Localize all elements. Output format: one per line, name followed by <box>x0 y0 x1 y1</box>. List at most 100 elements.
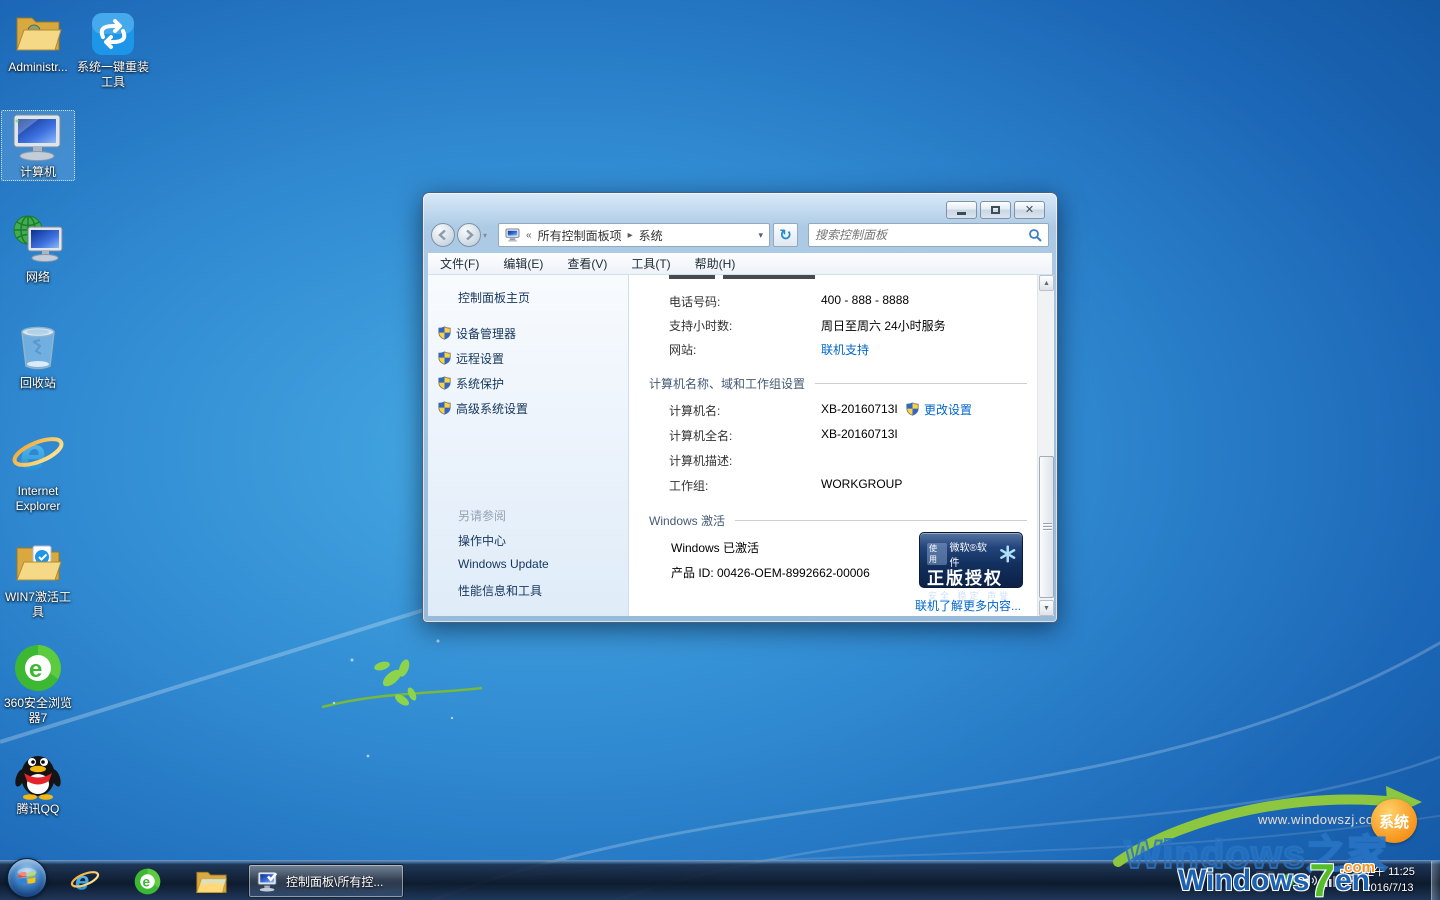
menu-bar: 文件(F) 编辑(E) 查看(V) 工具(T) 帮助(H) <box>428 253 1052 275</box>
back-button[interactable] <box>431 223 455 247</box>
task-button-label: 控制面板\所有控... <box>286 873 383 890</box>
360-browser-icon: e <box>133 867 162 896</box>
desktop-icon-360-browser[interactable]: e 360安全浏览器7 <box>1 642 75 726</box>
desktop-icon-recycle-bin[interactable]: 回收站 <box>1 322 75 391</box>
watermark-arrow-swoosh <box>1100 780 1440 870</box>
address-bar[interactable]: « 所有控制面板项 ▸ 系统 ▾ <box>498 223 770 247</box>
computer-name-label: 计算机名: <box>669 402 720 419</box>
system-control-panel-window: ✕ ▾ « 所有控制面板项 ▸ 系统 ▾ ↻ <box>422 192 1058 623</box>
tray-network-icon[interactable] <box>1324 873 1339 888</box>
recycle-bin-icon <box>1 322 75 374</box>
desktop-icon-reinstall-tool[interactable]: 系统一键重装工具 <box>76 6 150 90</box>
svg-text:e: e <box>20 428 46 480</box>
sidebar-remote-settings[interactable]: 远程设置 <box>438 350 504 367</box>
learn-more-online-link[interactable]: 联机了解更多内容... <box>915 597 1021 614</box>
network-icon <box>1 216 75 268</box>
computer-name-value: XB-20160713I <box>821 402 898 416</box>
scroll-up-button[interactable]: ▲ <box>1039 275 1054 291</box>
maximize-button[interactable] <box>980 201 1011 219</box>
activation-folder-icon <box>1 536 75 588</box>
address-dropdown-caret-icon[interactable]: ▾ <box>758 230 763 241</box>
uac-shield-icon <box>438 326 451 340</box>
desktop-icon-label: Internet Explorer <box>1 484 75 514</box>
watermark-system-badge: 系统 <box>1371 799 1417 843</box>
window-caption-buttons: ✕ <box>946 201 1045 219</box>
desktop-icon-network[interactable]: 网络 <box>1 216 75 285</box>
product-id: 产品 ID: 00426-OEM-8992662-00006 <box>671 564 870 581</box>
close-button[interactable]: ✕ <box>1014 201 1045 219</box>
desktop-icon-computer[interactable]: 计算机 <box>1 110 75 181</box>
tray-volume-icon[interactable] <box>1302 873 1317 888</box>
uac-shield-icon <box>438 376 451 390</box>
desktop-icon-administrator[interactable]: Administr... <box>1 6 75 75</box>
svg-text:e: e <box>29 656 42 683</box>
internet-explorer-icon: e <box>70 866 100 896</box>
sidebar: 控制面板主页 设备管理器 远程设置 系统保护 高级系统设置 另请参阅 操作中心 … <box>428 275 629 616</box>
breadcrumb-collapse-chevrons[interactable]: « <box>526 230 532 241</box>
full-computer-name-value: XB-20160713I <box>821 427 898 441</box>
change-settings-link[interactable]: 更改设置 <box>906 401 972 418</box>
scroll-down-button[interactable]: ▼ <box>1039 600 1054 616</box>
taskbar-task-control-panel[interactable]: 控制面板\所有控... <box>248 864 404 898</box>
navigation-bar: ▾ « 所有控制面板项 ▸ 系统 ▾ ↻ <box>431 222 1049 248</box>
sidebar-see-also-heading: 另请参阅 <box>458 507 506 524</box>
computer-name-section-heading: 计算机名称、域和工作组设置 <box>649 375 1027 392</box>
desktop-icon-label: 系统一键重装工具 <box>76 60 150 90</box>
sidebar-system-protection[interactable]: 系统保护 <box>438 375 504 392</box>
genuine-microsoft-badge[interactable]: 使用 微软®软件 正版授权 安全 稳定 声誉 <box>919 532 1023 588</box>
badge-brand-label: 微软®软件 <box>950 539 996 569</box>
desktop-icon-label: 网络 <box>1 270 75 285</box>
genuine-star-icon <box>999 545 1016 563</box>
forward-button[interactable] <box>457 223 481 247</box>
desktop-icon-label: WIN7激活工具 <box>1 590 75 620</box>
control-panel-icon <box>505 228 520 242</box>
menu-file[interactable]: 文件(F) <box>440 255 479 272</box>
full-computer-name-label: 计算机全名: <box>669 427 732 444</box>
sidebar-control-panel-home[interactable]: 控制面板主页 <box>458 289 530 306</box>
desktop-icon-tencent-qq[interactable]: 腾讯QQ <box>1 748 75 817</box>
show-desktop-button[interactable] <box>1431 861 1440 900</box>
menu-tools[interactable]: 工具(T) <box>631 255 670 272</box>
taskbar-360-browser[interactable]: e <box>130 865 164 897</box>
taskbar-internet-explorer[interactable]: e <box>68 865 102 897</box>
sidebar-action-center[interactable]: 操作中心 <box>458 532 506 549</box>
sidebar-performance-info[interactable]: 性能信息和工具 <box>458 582 542 599</box>
sidebar-device-manager[interactable]: 设备管理器 <box>438 325 516 342</box>
clipped-text-artifact <box>723 275 815 279</box>
taskbar-windows-explorer[interactable] <box>194 865 228 897</box>
breadcrumb-all-control-panel-items[interactable]: 所有控制面板项 <box>538 227 622 244</box>
user-folder-icon <box>1 6 75 58</box>
sidebar-advanced-system-settings[interactable]: 高级系统设置 <box>438 400 528 417</box>
online-support-link[interactable]: 联机支持 <box>821 341 869 358</box>
show-hidden-icons-button[interactable]: ▲ <box>1256 871 1274 887</box>
folder-icon <box>195 867 228 896</box>
recent-pages-caret-icon[interactable]: ▾ <box>483 231 487 240</box>
menu-view[interactable]: 查看(V) <box>567 255 607 272</box>
back-arrow-icon <box>437 229 449 241</box>
minimize-button[interactable] <box>946 201 977 219</box>
computer-description-label: 计算机描述: <box>669 452 732 469</box>
phone-row-label: 电话号码: <box>669 293 720 310</box>
start-button[interactable] <box>7 858 47 898</box>
svg-text:e: e <box>75 867 89 895</box>
support-hours-label: 支持小时数: <box>669 317 732 334</box>
desktop-icon-label: 计算机 <box>2 165 74 180</box>
breadcrumb-separator-icon: ▸ <box>628 230 633 241</box>
breadcrumb-system[interactable]: 系统 <box>639 227 663 244</box>
vertical-scrollbar[interactable]: ▲ ▼ <box>1037 275 1054 616</box>
desktop-icon-label: 回收站 <box>1 376 75 391</box>
scrollbar-thumb[interactable] <box>1039 456 1054 598</box>
menu-help[interactable]: 帮助(H) <box>695 255 736 272</box>
desktop-icon-win7-activation[interactable]: WIN7激活工具 <box>1 536 75 620</box>
menu-edit[interactable]: 编辑(E) <box>503 255 543 272</box>
search-input[interactable] <box>815 228 1028 242</box>
refresh-button[interactable]: ↻ <box>773 223 798 247</box>
desktop-icon-internet-explorer[interactable]: e Internet Explorer <box>1 430 75 514</box>
tray-activation-shield-icon[interactable] <box>1280 873 1295 889</box>
sidebar-windows-update[interactable]: Windows Update <box>458 557 549 571</box>
website-label: 网站: <box>669 341 696 358</box>
taskbar-clock[interactable]: 上午 11:25 2016/7/13 <box>1346 864 1432 896</box>
search-box[interactable] <box>808 223 1049 247</box>
uac-shield-icon <box>438 401 451 415</box>
desktop-icon-label: 360安全浏览器7 <box>1 696 75 726</box>
